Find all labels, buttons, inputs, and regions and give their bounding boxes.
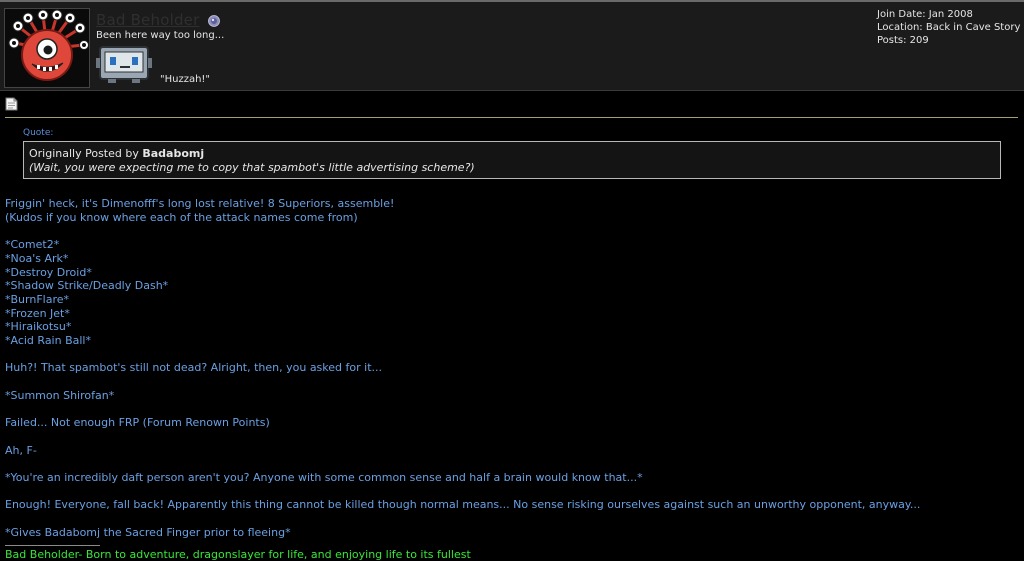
signature-divider [5,545,100,546]
user-stats: Join Date: Jan 2008 Location: Back in Ca… [877,8,1020,47]
post-line [5,430,1015,444]
location: Location: Back in Cave Story [877,22,1021,33]
online-status-icon [208,15,220,27]
join-date: Join Date: Jan 2008 [877,9,973,20]
quote-prefix: Originally Posted by [29,147,143,160]
signature: Bad Beholder- Born to adventure, dragons… [5,548,471,561]
beholder-avatar-icon[interactable] [4,8,90,88]
quote-author: Badabomj [142,147,205,160]
post-line: Huh?! That spambot's still not dead? Alr… [5,361,382,375]
post-line: *Comet2* [5,238,60,252]
post-line [5,512,1015,526]
post-line: *Noa's Ark* [5,251,69,265]
post-line [5,457,1015,471]
post-line: *Acid Rain Ball* [5,334,91,348]
post-line: *BurnFlare* [5,292,69,306]
post-line: *Shadow Strike/Deadly Dash* [5,279,169,293]
post-line: Friggin' heck, it's Dimenofff's long los… [5,197,395,210]
post-line: *You're an incredibly daft person aren't… [5,470,643,484]
post-line: *Destroy Droid* [5,265,92,279]
post-line [5,375,1015,389]
quote-box: Originally Posted by Badabomj (Wait, you… [23,141,1001,179]
user-title: Been here way too long... [96,30,225,41]
post-icon [5,97,18,111]
forum-post: Bad Beholder Been here way too long... "… [0,0,1024,561]
post-header: Bad Beholder Been here way too long... "… [0,0,1024,91]
post-line [5,224,1015,238]
post-line [5,485,1015,499]
quote-text: (Wait, you were expecting me to copy tha… [29,161,475,174]
rank-caption: "Huzzah!" [160,74,211,85]
post-line: *Hiraikotsu* [5,320,72,334]
post-count: Posts: 209 [877,35,929,46]
post-line [5,348,1015,362]
username-link[interactable]: Bad Beholder [96,11,199,29]
post-line: *Frozen Jet* [5,306,70,320]
rank-robot-icon [96,46,152,83]
post-line: Failed... Not enough FRP (Forum Renown P… [5,416,270,430]
post-divider [5,117,1018,118]
post-line: Ah, F- [5,443,37,457]
post-line: (Kudos if you know where each of the att… [5,210,358,224]
quote-label: Quote: [23,128,54,138]
post-message: Friggin' heck, it's Dimenofff's long los… [5,197,1015,539]
post-line: Enough! Everyone, fall back! Apparently … [5,498,921,512]
quote-header: Originally Posted by Badabomj [29,147,1000,161]
post-line [5,403,1015,417]
post-line: *Summon Shirofan* [5,388,115,402]
post-line: *Gives Badabomj the Sacred Finger prior … [5,525,291,539]
